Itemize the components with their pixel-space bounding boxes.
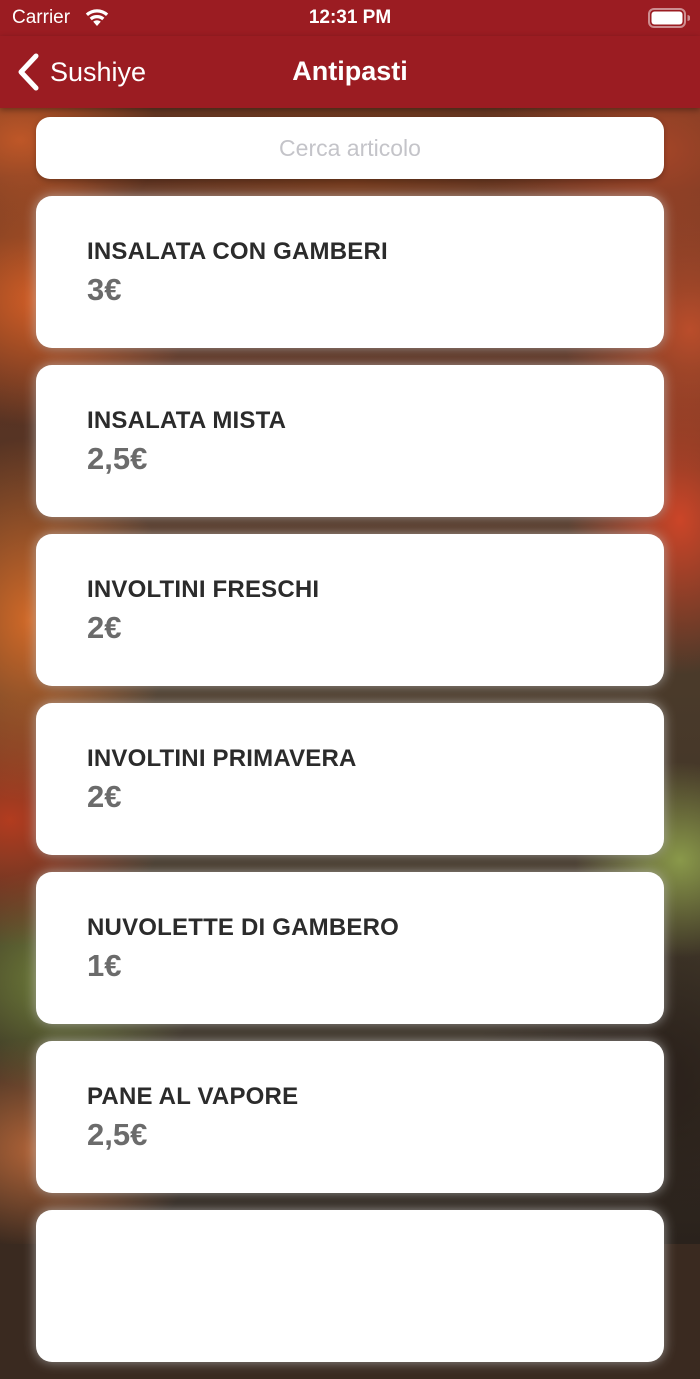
navigation-bar: Sushiye Antipasti	[0, 36, 700, 108]
menu-item-card[interactable]	[36, 1210, 664, 1362]
status-time: 12:31 PM	[308, 7, 392, 28]
menu-item-price: 2,5€	[87, 441, 148, 476]
menu-item-card[interactable]: PANE AL VAPORE 2,5€	[36, 1041, 664, 1193]
menu-item-name: INSALATA MISTA	[87, 407, 287, 434]
menu-item-card[interactable]: INSALATA CON GAMBERI 3€	[36, 196, 664, 348]
status-bar: Carrier 12:31 PM	[0, 0, 700, 36]
menu-item-name: PANE AL VAPORE	[87, 1083, 299, 1110]
menu-item-price: 1€	[87, 948, 122, 983]
menu-item-price: 3€	[87, 272, 122, 307]
search-input[interactable]	[36, 117, 664, 179]
menu-list: INSALATA CON GAMBERI 3€ INSALATA MISTA 2…	[36, 196, 664, 1379]
menu-item-card[interactable]: INVOLTINI FRESCHI 2€	[36, 534, 664, 686]
menu-item-card[interactable]: INVOLTINI PRIMAVERA 2€	[36, 703, 664, 855]
menu-item-card[interactable]: NUVOLETTE DI GAMBERO 1€	[36, 872, 664, 1024]
menu-item-card[interactable]: INSALATA MISTA 2,5€	[36, 365, 664, 517]
search-box	[36, 117, 664, 179]
menu-item-price: 2,5€	[87, 1117, 148, 1152]
menu-item-name: INVOLTINI PRIMAVERA	[87, 745, 357, 772]
battery-icon	[648, 8, 690, 28]
page-title: Antipasti	[292, 56, 408, 86]
menu-item-price: 2€	[87, 610, 122, 645]
menu-item-price: 2€	[87, 779, 122, 814]
menu-item-name: INSALATA CON GAMBERI	[87, 238, 388, 265]
menu-item-name: INVOLTINI FRESCHI	[87, 576, 320, 603]
menu-item-name: NUVOLETTE DI GAMBERO	[87, 914, 400, 941]
